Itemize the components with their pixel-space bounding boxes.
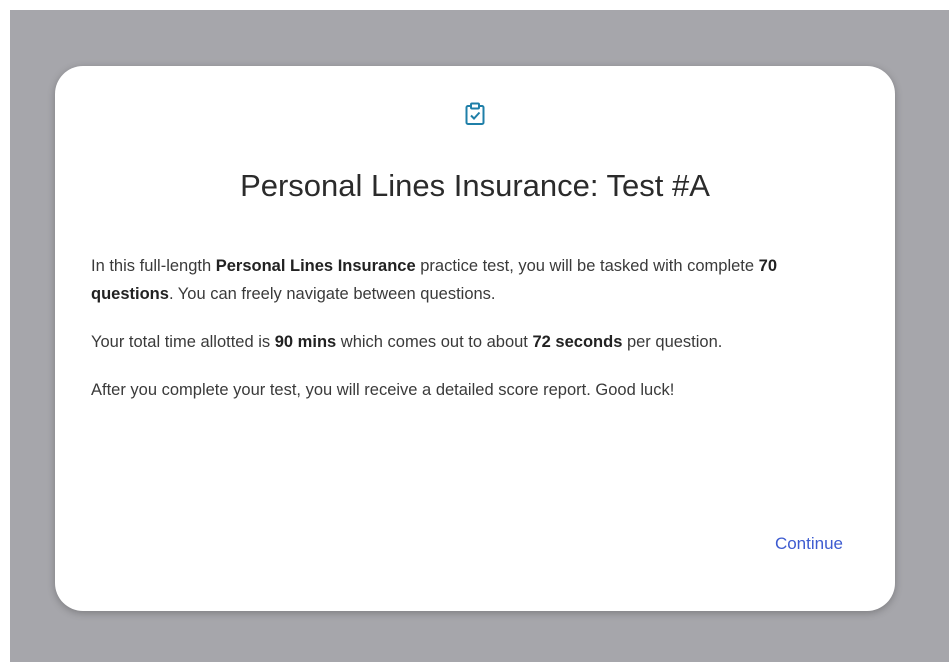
intro-text-1: In this full-length bbox=[91, 257, 216, 275]
dialog-body: In this full-length Personal Lines Insur… bbox=[91, 252, 863, 424]
test-intro-dialog: Personal Lines Insurance: Test #A In thi… bbox=[55, 66, 895, 611]
time-bold-total: 90 mins bbox=[274, 333, 337, 351]
icon-container bbox=[55, 102, 895, 126]
time-paragraph: Your total time allotted is 90 mins whic… bbox=[91, 328, 863, 356]
dialog-title: Personal Lines Insurance: Test #A bbox=[240, 168, 710, 203]
intro-paragraph: In this full-length Personal Lines Insur… bbox=[91, 252, 863, 308]
time-bold-per-question: 72 seconds bbox=[532, 333, 623, 351]
time-text-1: Your total time allotted is bbox=[91, 333, 275, 351]
intro-text-2: practice test, you will be tasked with c… bbox=[415, 257, 759, 275]
clipboard-check-icon bbox=[465, 102, 485, 125]
continue-button[interactable]: Continue bbox=[775, 534, 843, 554]
intro-text-3: . You can freely navigate between questi… bbox=[168, 285, 496, 303]
time-text-2: which comes out to about bbox=[336, 333, 533, 351]
time-text-3: per question. bbox=[622, 333, 723, 351]
intro-bold-subject: Personal Lines Insurance bbox=[215, 257, 416, 275]
closing-paragraph: After you complete your test, you will r… bbox=[91, 381, 675, 399]
